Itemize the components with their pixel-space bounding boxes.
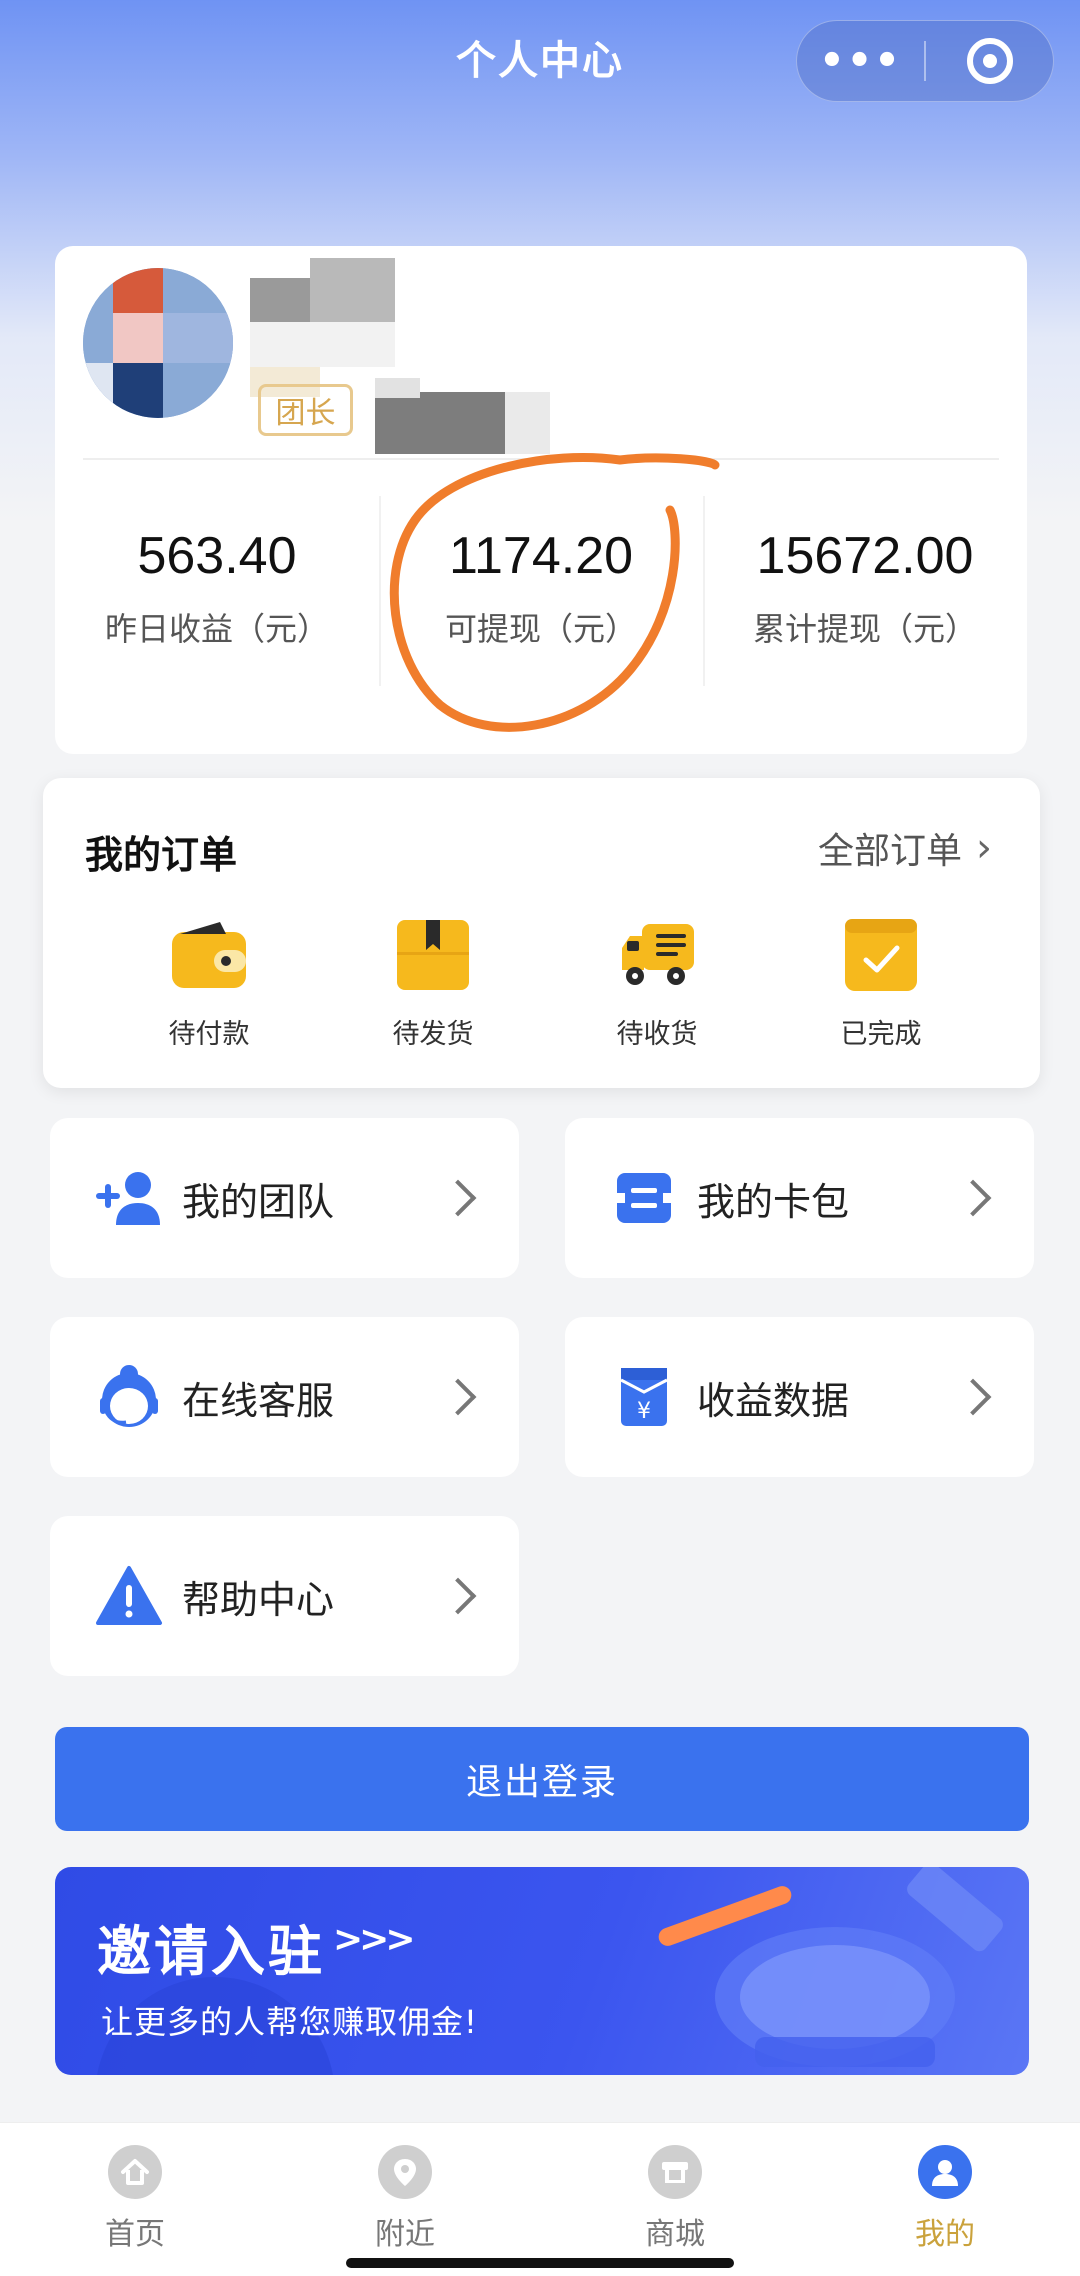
target-icon <box>966 38 1013 84</box>
stat-yesterday-income[interactable]: 563.40 昨日收益（元） <box>55 486 379 696</box>
banner-title: 邀请入驻 <box>97 1920 325 1983</box>
home-icon <box>108 2145 162 2199</box>
chevron-right-icon: › <box>976 825 992 871</box>
menu-earnings-data[interactable]: ¥ 收益数据 <box>565 1317 1034 1477</box>
tab-bar: 首页 附近 商城 我的 <box>0 2122 1080 2276</box>
tab-label: 首页 <box>105 2217 165 2252</box>
chevron-right-icon <box>439 1179 477 1217</box>
warning-icon <box>94 1561 164 1631</box>
chevron-right-icon <box>439 1378 477 1416</box>
tab-label: 商城 <box>645 2217 705 2252</box>
all-orders-link[interactable]: 全部订单 › <box>818 822 992 874</box>
user-icon <box>918 2145 972 2199</box>
menu-label: 帮助中心 <box>182 1577 335 1622</box>
stat-total-withdrawn[interactable]: 15672.00 累计提现（元） <box>703 486 1027 696</box>
location-icon <box>378 2145 432 2199</box>
more-icon: ••• <box>819 38 902 84</box>
menu-label: 在线客服 <box>182 1378 335 1423</box>
chevron-right-icon <box>954 1179 992 1217</box>
card-icon <box>609 1163 679 1233</box>
menu-label: 我的卡包 <box>697 1179 850 1224</box>
stat-label: 累计提现（元） <box>752 610 977 648</box>
menu-my-cards[interactable]: 我的卡包 <box>565 1118 1034 1278</box>
chevron-right-icon <box>439 1577 477 1615</box>
svg-text:¥: ¥ <box>637 1399 651 1424</box>
menu-label: 收益数据 <box>697 1378 850 1423</box>
menu-label: 我的团队 <box>182 1179 335 1224</box>
add-user-icon <box>94 1163 164 1233</box>
shop-icon <box>648 2145 702 2199</box>
banner-subtitle: 让更多的人帮您赚取佣金! <box>101 2003 478 2041</box>
stats-row: 563.40 昨日收益（元） 1174.20 可提现（元） 15672.00 累… <box>55 486 1027 696</box>
stat-value: 1174.20 <box>448 527 634 585</box>
banner-arrows-icon: >>> <box>333 1919 415 1960</box>
order-pending-shipment[interactable]: 待发货 <box>321 916 545 1051</box>
support-agent-icon <box>94 1362 164 1432</box>
orders-card: 我的订单 全部订单 › 待付款 待发货 待收货 已完成 <box>43 778 1040 1088</box>
profile-card: 团长 563.40 昨日收益（元） 1174.20 可提现（元） 15672.0… <box>55 246 1027 754</box>
avatar[interactable] <box>83 268 233 418</box>
stat-withdrawable[interactable]: 1174.20 可提现（元） <box>379 486 703 696</box>
tab-mall[interactable]: 商城 <box>540 2123 810 2276</box>
logout-button[interactable]: 退出登录 <box>55 1727 1029 1831</box>
truck-icon <box>618 916 696 994</box>
home-indicator <box>346 2258 734 2268</box>
order-status-row: 待付款 待发货 待收货 已完成 <box>43 916 1040 1051</box>
order-pending-receipt[interactable]: 待收货 <box>545 916 769 1051</box>
profile-divider <box>83 458 999 460</box>
order-pending-payment[interactable]: 待付款 <box>97 916 321 1051</box>
chevron-right-icon <box>954 1378 992 1416</box>
stat-value: 15672.00 <box>756 527 974 585</box>
tab-label: 我的 <box>915 2217 975 2252</box>
mini-program-capsule: ••• <box>796 20 1054 102</box>
box-icon <box>394 916 472 994</box>
order-label: 已完成 <box>840 1019 922 1050</box>
menu-online-support[interactable]: 在线客服 <box>50 1317 519 1477</box>
wallet-icon <box>170 916 248 994</box>
order-label: 待收货 <box>616 1019 698 1050</box>
menu-help-center[interactable]: 帮助中心 <box>50 1516 519 1676</box>
tab-home[interactable]: 首页 <box>0 2123 270 2276</box>
all-orders-label: 全部订单 <box>817 831 962 872</box>
stat-label: 昨日收益（元） <box>104 610 329 648</box>
menu-my-team[interactable]: 我的团队 <box>50 1118 519 1278</box>
invite-banner[interactable]: 邀请入驻 >>> 让更多的人帮您赚取佣金! <box>55 1867 1029 2075</box>
check-card-icon <box>842 916 920 994</box>
tab-nearby[interactable]: 附近 <box>270 2123 540 2276</box>
close-button[interactable] <box>926 21 1053 101</box>
yuan-doc-icon: ¥ <box>609 1362 679 1432</box>
order-label: 待发货 <box>392 1019 474 1050</box>
order-label: 待付款 <box>168 1019 250 1050</box>
stat-label: 可提现（元） <box>444 610 637 648</box>
order-completed[interactable]: 已完成 <box>769 916 993 1051</box>
tab-mine[interactable]: 我的 <box>810 2123 1080 2276</box>
role-badge: 团长 <box>258 384 353 436</box>
tab-label: 附近 <box>375 2217 435 2252</box>
more-button[interactable]: ••• <box>797 21 924 101</box>
stat-value: 563.40 <box>137 527 297 585</box>
orders-title: 我的订单 <box>85 833 238 877</box>
